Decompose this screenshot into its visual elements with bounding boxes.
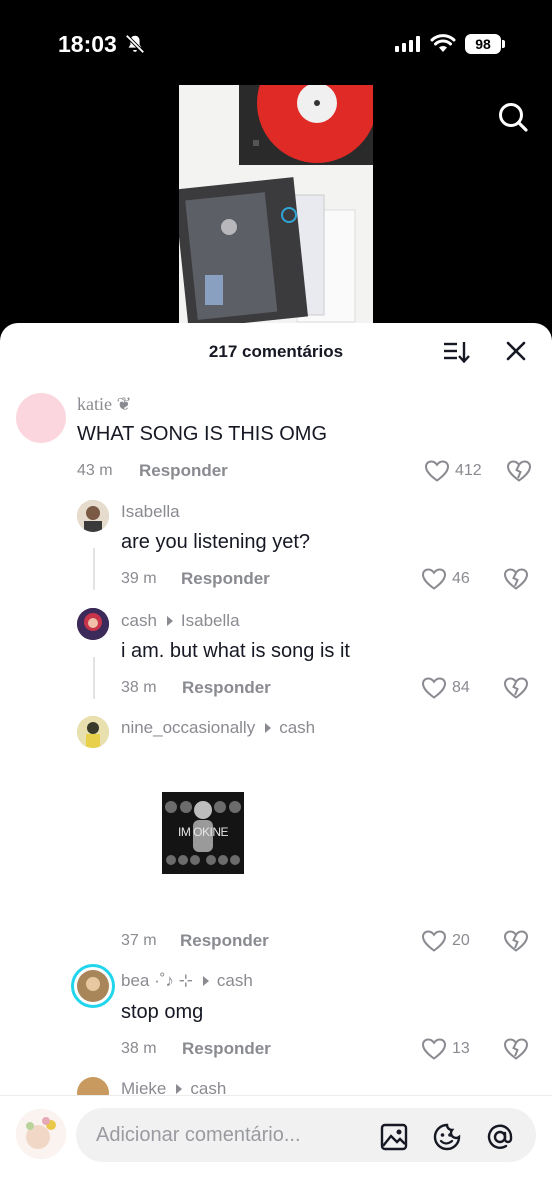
avatar[interactable] xyxy=(77,716,109,748)
comment-sticker[interactable]: IM OKINE xyxy=(162,792,244,874)
search-icon[interactable] xyxy=(496,100,530,134)
sort-icon[interactable] xyxy=(442,339,470,365)
comment-item: nine_occasionally cash IM OKINE 37 m Resp… xyxy=(0,715,552,955)
battery-icon: 98 xyxy=(465,34,505,54)
comment-time: 39 m xyxy=(121,570,157,587)
reply-arrow-icon xyxy=(265,723,272,733)
comment-username[interactable]: katie ❦ xyxy=(77,394,132,415)
reply-button[interactable]: Responder xyxy=(180,931,269,951)
bell-muted-icon xyxy=(125,34,145,54)
comment-username[interactable]: Isabella xyxy=(121,502,180,522)
avatar[interactable] xyxy=(16,393,66,443)
avatar[interactable] xyxy=(77,1077,109,1095)
reply-arrow-icon xyxy=(202,976,209,986)
reply-button[interactable]: Responder xyxy=(181,569,270,589)
comment-composer xyxy=(0,1095,552,1200)
username-link[interactable]: cash xyxy=(121,611,157,631)
broken-heart-icon[interactable] xyxy=(503,1037,529,1061)
sticker-text: IM OKINE xyxy=(177,825,229,839)
thread-line xyxy=(93,657,95,699)
comment-text: i am. but what is song is it xyxy=(121,640,350,662)
reply-button[interactable]: Responder xyxy=(182,1039,271,1059)
avatar-image xyxy=(16,1109,66,1159)
mention-icon[interactable] xyxy=(485,1122,515,1152)
like-count: 13 xyxy=(452,1040,470,1057)
broken-heart-icon[interactable] xyxy=(506,459,532,483)
username-link[interactable]: nine_occasionally xyxy=(121,718,255,738)
reply-button[interactable]: Responder xyxy=(139,461,228,481)
reply-to-username[interactable]: cash xyxy=(217,971,253,991)
heart-icon[interactable] xyxy=(421,1037,447,1061)
video-preview[interactable] xyxy=(179,85,373,335)
reply-to-username[interactable]: cash xyxy=(190,1079,226,1095)
wifi-icon xyxy=(430,34,456,52)
comment-item: katie ❦ WHAT SONG IS THIS OMG 43 m Respo… xyxy=(0,390,552,490)
close-icon[interactable] xyxy=(505,340,527,362)
like-count: 412 xyxy=(455,462,482,479)
avatar-image xyxy=(77,500,109,532)
comment-text: WHAT SONG IS THIS OMG xyxy=(77,423,328,445)
reply-to-username[interactable]: cash xyxy=(279,718,315,738)
comment-time: 43 m xyxy=(77,462,113,479)
like-count: 84 xyxy=(452,679,470,696)
signal-icon xyxy=(395,36,420,52)
username-link[interactable]: bea ·˚♪ ⊹ xyxy=(121,971,193,991)
broken-heart-icon[interactable] xyxy=(503,929,529,953)
emoji-icon[interactable] xyxy=(432,1122,462,1152)
avatar-image xyxy=(77,608,109,640)
comment-username: cash Isabella xyxy=(121,611,240,631)
status-bar: 18:03 98 xyxy=(0,0,552,84)
comment-time: 38 m xyxy=(121,1040,157,1057)
reply-to-username[interactable]: Isabella xyxy=(181,611,240,631)
comment-item: Mieke cash xyxy=(0,1075,552,1095)
comment-text: stop omg xyxy=(121,1001,204,1023)
username-link[interactable]: Mieke xyxy=(121,1079,166,1095)
heart-icon[interactable] xyxy=(424,459,450,483)
heart-icon[interactable] xyxy=(421,676,447,700)
reply-arrow-icon xyxy=(166,616,173,626)
avatar[interactable] xyxy=(77,500,109,532)
heart-icon[interactable] xyxy=(421,929,447,953)
comment-text: are you listening yet? xyxy=(121,531,311,553)
comment-username: Mieke cash xyxy=(121,1079,226,1095)
image-icon[interactable] xyxy=(379,1122,409,1152)
heart-icon[interactable] xyxy=(421,567,447,591)
broken-heart-icon[interactable] xyxy=(503,567,529,591)
avatar-image xyxy=(77,716,109,748)
comment-username: nine_occasionally cash xyxy=(121,718,315,738)
comment-item: Isabella are you listening yet? 39 m Res… xyxy=(0,498,552,598)
avatar-story-ring[interactable] xyxy=(71,964,115,1008)
comment-item: bea ·˚♪ ⊹ cash stop omg 38 m Responder 13 xyxy=(0,964,552,1064)
comment-item: cash Isabella i am. but what is song is i… xyxy=(0,607,552,707)
reply-button[interactable]: Responder xyxy=(182,678,271,698)
comment-input[interactable] xyxy=(96,1108,366,1162)
avatar[interactable] xyxy=(77,608,109,640)
comment-time: 38 m xyxy=(121,679,157,696)
status-time: 18:03 xyxy=(58,31,117,57)
reply-arrow-icon xyxy=(176,1084,183,1094)
thread-line xyxy=(93,548,95,590)
comment-username: bea ·˚♪ ⊹ cash xyxy=(121,971,253,991)
video-frame-image xyxy=(179,85,373,335)
broken-heart-icon[interactable] xyxy=(503,676,529,700)
like-count: 46 xyxy=(452,570,470,587)
comment-time: 37 m xyxy=(121,932,157,949)
my-avatar[interactable] xyxy=(16,1109,66,1159)
comment-input-pill[interactable] xyxy=(76,1108,536,1162)
sheet-header: 217 comentários xyxy=(0,323,552,381)
avatar-image xyxy=(77,970,109,1002)
like-count: 20 xyxy=(452,932,470,949)
